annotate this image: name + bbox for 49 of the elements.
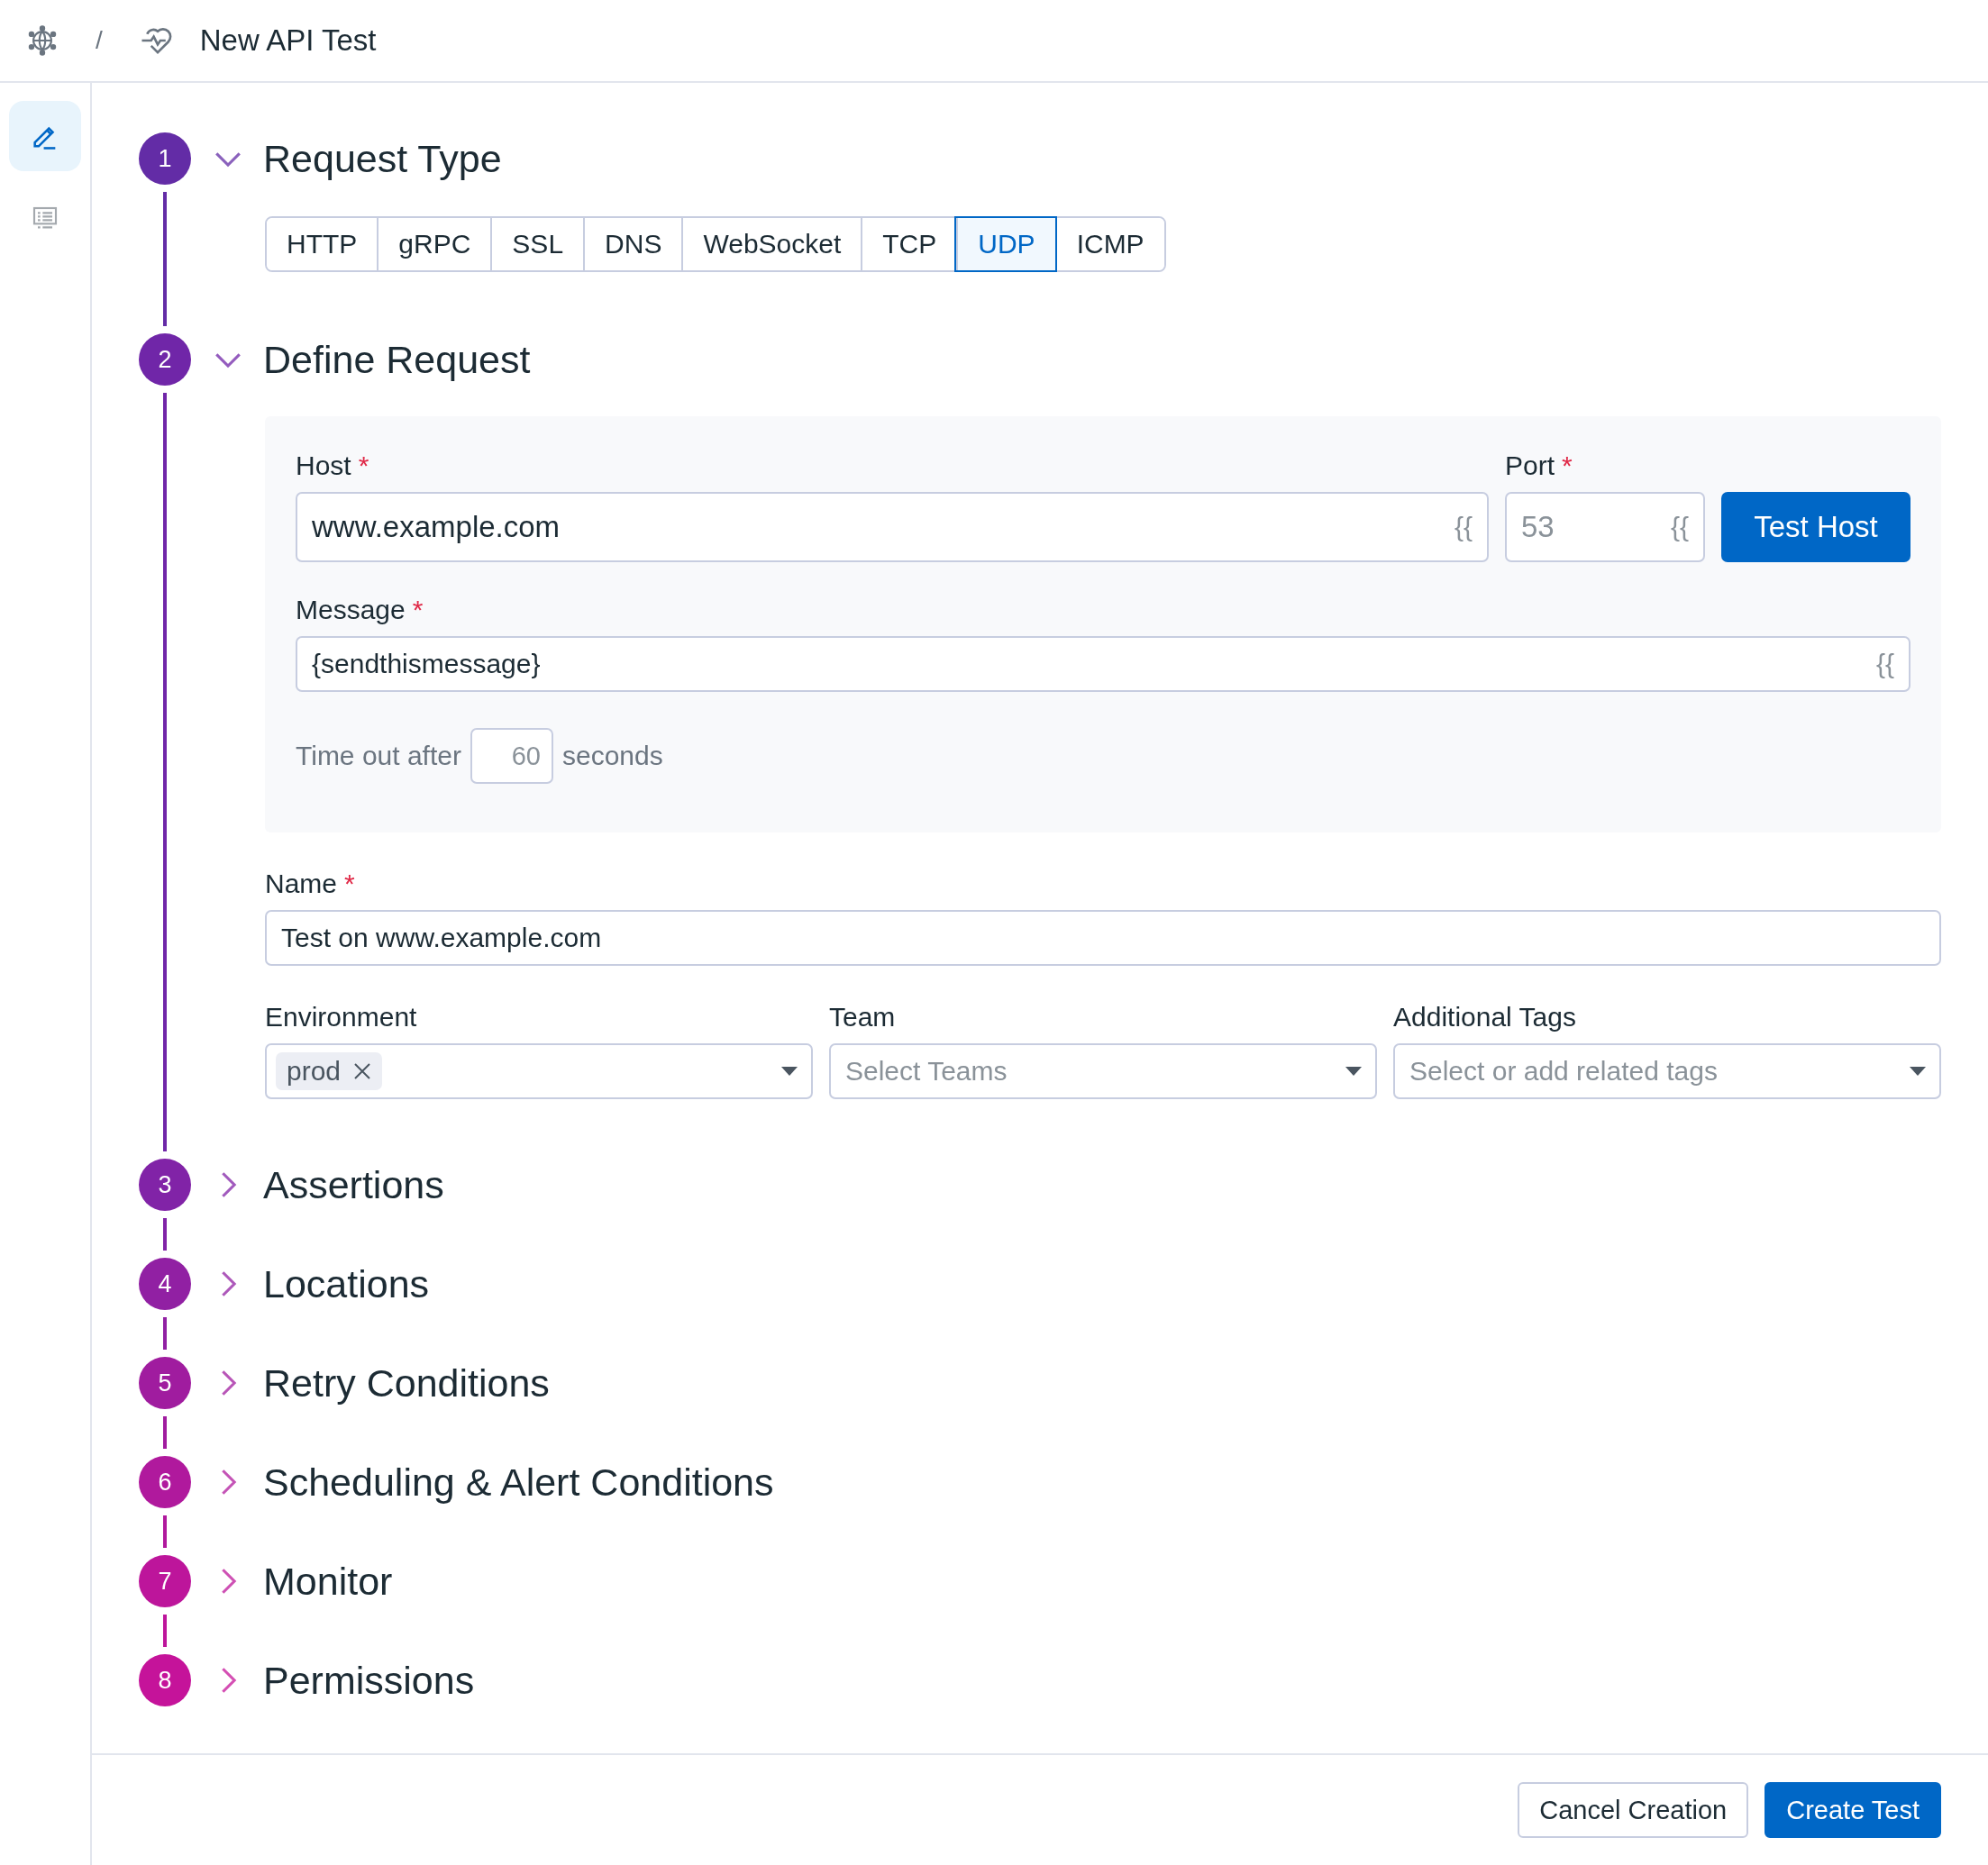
step-number: 5: [139, 1357, 191, 1409]
caret-down-icon: [780, 1066, 798, 1077]
step-number: 1: [139, 132, 191, 185]
field-label: Message: [296, 595, 406, 624]
create-button[interactable]: Create Test: [1765, 1782, 1941, 1838]
select-placeholder: Select Teams: [844, 1056, 1008, 1087]
step-title[interactable]: Define Request: [263, 337, 531, 382]
breadcrumb-separator: /: [96, 26, 103, 55]
field-label: Environment: [265, 1002, 417, 1032]
step-number: 6: [139, 1456, 191, 1508]
field-label: Host: [296, 450, 351, 480]
caret-down-icon: [1345, 1066, 1363, 1077]
step-number: 3: [139, 1159, 191, 1211]
name-field[interactable]: Test on www.example.com: [265, 910, 1941, 966]
required-mark: *: [344, 869, 355, 898]
step-title[interactable]: Retry Conditions: [263, 1360, 550, 1406]
step-number: 7: [139, 1555, 191, 1607]
host-field[interactable]: www.example.com {{: [296, 492, 1489, 562]
required-mark: *: [412, 595, 424, 624]
close-icon[interactable]: [353, 1062, 372, 1080]
sidebar-button[interactable]: [9, 101, 81, 171]
field-label: Additional Tags: [1393, 1002, 1576, 1032]
timeout-field[interactable]: 60: [470, 728, 553, 784]
step-number: 2: [139, 333, 191, 386]
timeout-label: Time out after: [296, 741, 461, 771]
field-label: Team: [829, 1002, 896, 1032]
select-field[interactable]: prod: [265, 1043, 813, 1099]
step-title[interactable]: Permissions: [263, 1658, 475, 1703]
step-title[interactable]: Scheduling & Alert Conditions: [263, 1460, 774, 1505]
request-type-tab[interactable]: UDP: [956, 218, 1055, 270]
caret-down-icon: [1909, 1066, 1927, 1077]
step-title[interactable]: Assertions: [263, 1162, 444, 1207]
page-title: New API Test: [199, 23, 377, 58]
globe-icon[interactable]: [27, 25, 58, 56]
step-title[interactable]: Request Type: [263, 136, 502, 181]
test-host-button[interactable]: Test Host: [1721, 492, 1910, 562]
required-mark: *: [1562, 450, 1573, 480]
seconds-label: seconds: [561, 741, 663, 771]
cancel-button[interactable]: Cancel Creation: [1518, 1782, 1749, 1838]
step-title[interactable]: Monitor: [263, 1559, 393, 1604]
field-label: Port: [1505, 450, 1555, 480]
step-number: 4: [139, 1258, 191, 1310]
step-title[interactable]: Locations: [263, 1261, 430, 1306]
chip-label: prod: [287, 1056, 342, 1087]
required-mark: *: [358, 450, 369, 480]
field-label: Name: [265, 869, 338, 898]
step-number: 8: [139, 1654, 191, 1706]
select-placeholder: Select or add related tags: [1409, 1056, 1719, 1087]
message-field[interactable]: {sendthismessage} {{: [296, 636, 1910, 692]
